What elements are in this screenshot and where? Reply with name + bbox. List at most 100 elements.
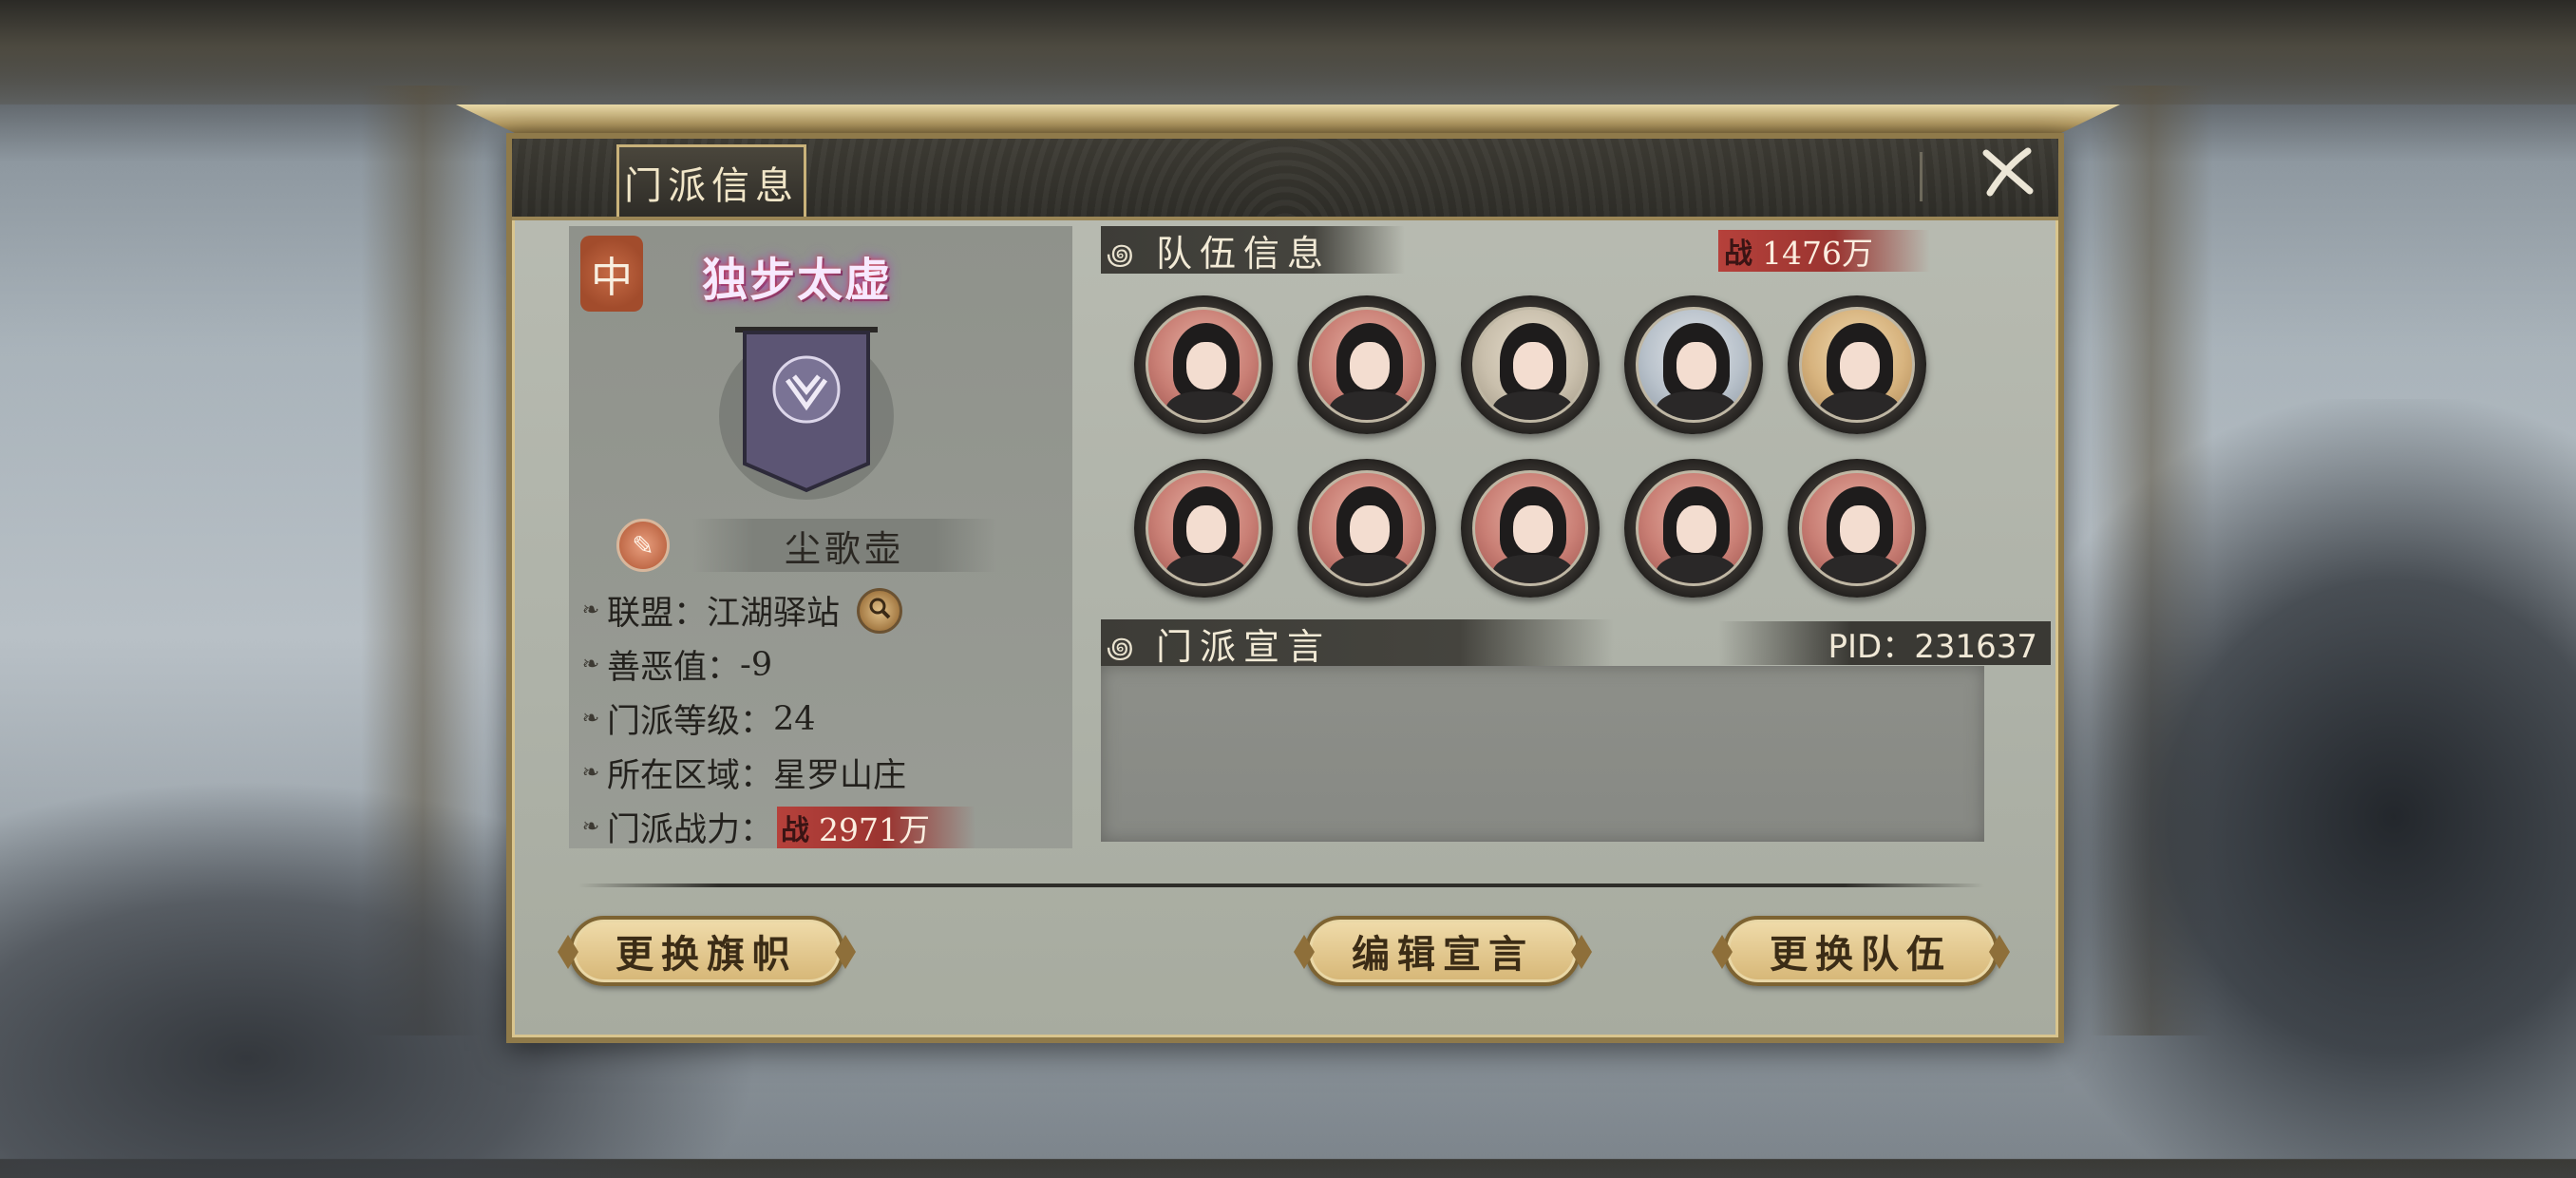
sect-title-calligraphy: 独步太虚 [701,254,892,307]
portrait-body [1492,555,1574,583]
hat-scholar-portrait [1472,307,1588,423]
cloud-swirl-icon: ꩜ [1107,632,1134,665]
panel-header: 门派信息 [512,139,2058,220]
close-button[interactable] [1975,147,2041,209]
region-label: 所在区域： [607,757,774,795]
panel-title: 门派信息 [624,163,799,208]
karma-label: 善恶值： [607,649,741,687]
info-row-sect-power: ❧ 门派战力： 战 2971万 [578,800,1072,854]
masked-warrior-portrait [1799,470,1915,586]
cloud-swirl-icon: ꩜ [1107,238,1134,272]
info-row-region: ❧ 所在区域： 星罗山庄 [578,746,1072,800]
sect-banner-flag[interactable] [716,321,897,502]
scroll-bullet-icon: ❧ [581,761,600,785]
team-member-avatar[interactable] [1624,459,1763,598]
ornate-lady-portrait [1636,470,1752,586]
button-left-cap [1712,935,1733,969]
portrait-face [1676,342,1716,390]
team-member-avatar[interactable] [1134,459,1273,598]
battle-icon: 战 [1724,238,1752,271]
change-team-button[interactable]: 更换队伍 [1712,916,2010,986]
button-right-cap [1989,935,2010,969]
panel-roof-ornament [456,104,2120,137]
team-section-header: ꩜ 队伍信息 [1101,226,1405,275]
portrait-face [1840,342,1880,390]
team-section-title: 队伍信息 [1156,232,1332,275]
edit-manifesto-label: 编辑宣言 [1352,932,1534,977]
hat-swordsman-portrait [1146,307,1261,423]
info-row-karma: ❧ 善恶值： -9 [578,637,1072,692]
change-team-label: 更换队伍 [1770,932,1952,977]
blindfold-lady-portrait [1472,470,1588,586]
sect-level-label: 门派等级： [607,703,774,741]
title-tab: 门派信息 [616,144,806,217]
portrait-face [1513,342,1553,390]
portrait-face [1186,342,1226,390]
alliance-label: 联盟： [607,595,708,633]
portrait-body [1656,555,1737,583]
sect-power-value: 2971万 [819,810,930,848]
info-row-sect-level: ❧ 门派等级： 24 [578,692,1072,746]
player-name: 尘歌壶 [784,527,904,570]
scroll-bullet-icon: ❧ [581,653,600,676]
change-flag-label: 更换旗帜 [616,932,798,977]
sect-profile-card: 中 独步太虚 ✎ 尘歌壶 ❧ 联盟： 江湖驿站 ❧ 善恶值： -9 ❧ 门派等级… [569,226,1072,849]
sect-level-value: 24 [773,699,816,738]
edit-manifesto-button[interactable]: 编辑宣言 [1294,916,1592,986]
region-value: 星罗山庄 [773,757,907,795]
info-row-alliance: ❧ 联盟： 江湖驿站 [578,583,1072,637]
scroll-bullet-icon: ❧ [581,707,600,731]
team-member-avatar[interactable] [1297,295,1436,434]
portrait-body [1329,555,1411,583]
flower-lady-portrait [1309,307,1425,423]
player-avatar[interactable]: ✎ [616,519,670,572]
portrait-body [1165,391,1247,420]
header-divider [1920,152,1923,201]
team-member-avatar[interactable] [1788,459,1926,598]
pid-label: PID：231637 [1718,621,2051,666]
sword-lady-portrait [1636,307,1752,423]
button-left-cap [1294,935,1315,969]
team-member-avatar[interactable] [1297,459,1436,598]
rank-badge: 中 [580,236,643,312]
portrait-face [1513,505,1553,553]
sect-power-badge: 战 2971万 [777,806,975,848]
team-member-avatar[interactable] [1134,295,1273,434]
player-row: ✎ 尘歌壶 [616,515,1053,576]
portrait-body [1165,555,1247,583]
team-member-avatar[interactable] [1461,295,1600,434]
close-icon [1980,147,2036,209]
battle-icon: 战 [781,813,810,847]
button-left-cap [558,935,578,969]
portrait-face [1676,505,1716,553]
longhair-swordsman-portrait [1146,470,1261,586]
portrait-face [1350,505,1390,553]
alliance-search-button[interactable] [857,587,903,634]
portrait-face [1186,505,1226,553]
portrait-body [1819,555,1901,583]
portrait-body [1819,391,1901,420]
portrait-body [1492,391,1574,420]
scroll-bullet-icon: ❧ [581,815,600,839]
team-power-value: 1476万 [1762,235,1873,272]
crowned-lady-portrait [1799,307,1915,423]
magnifier-icon [867,596,892,626]
alliance-value: 江湖驿站 [707,595,841,633]
sect-info-list: ❧ 联盟： 江湖驿站 ❧ 善恶值： -9 ❧ 门派等级： 24 ❧ 所在区域： … [578,583,1072,854]
manifesto-text-area [1101,666,1984,842]
portrait-body [1329,391,1411,420]
brush-icon: ✎ [632,529,654,561]
sect-power-label: 门派战力： [607,811,774,849]
team-member-avatar[interactable] [1461,459,1600,598]
team-power-badge: 战 1476万 [1718,230,1930,272]
portrait-face [1350,342,1390,390]
bottom-divider [578,884,1984,887]
button-right-cap [1571,935,1592,969]
change-flag-button[interactable]: 更换旗帜 [558,916,856,986]
background-mountain-right [1995,399,2576,1159]
portrait-face [1840,505,1880,553]
manifesto-section-title: 门派宣言 [1156,625,1332,668]
team-member-avatar[interactable] [1624,295,1763,434]
team-member-avatar[interactable] [1788,295,1926,434]
scroll-bullet-icon: ❧ [581,598,600,622]
